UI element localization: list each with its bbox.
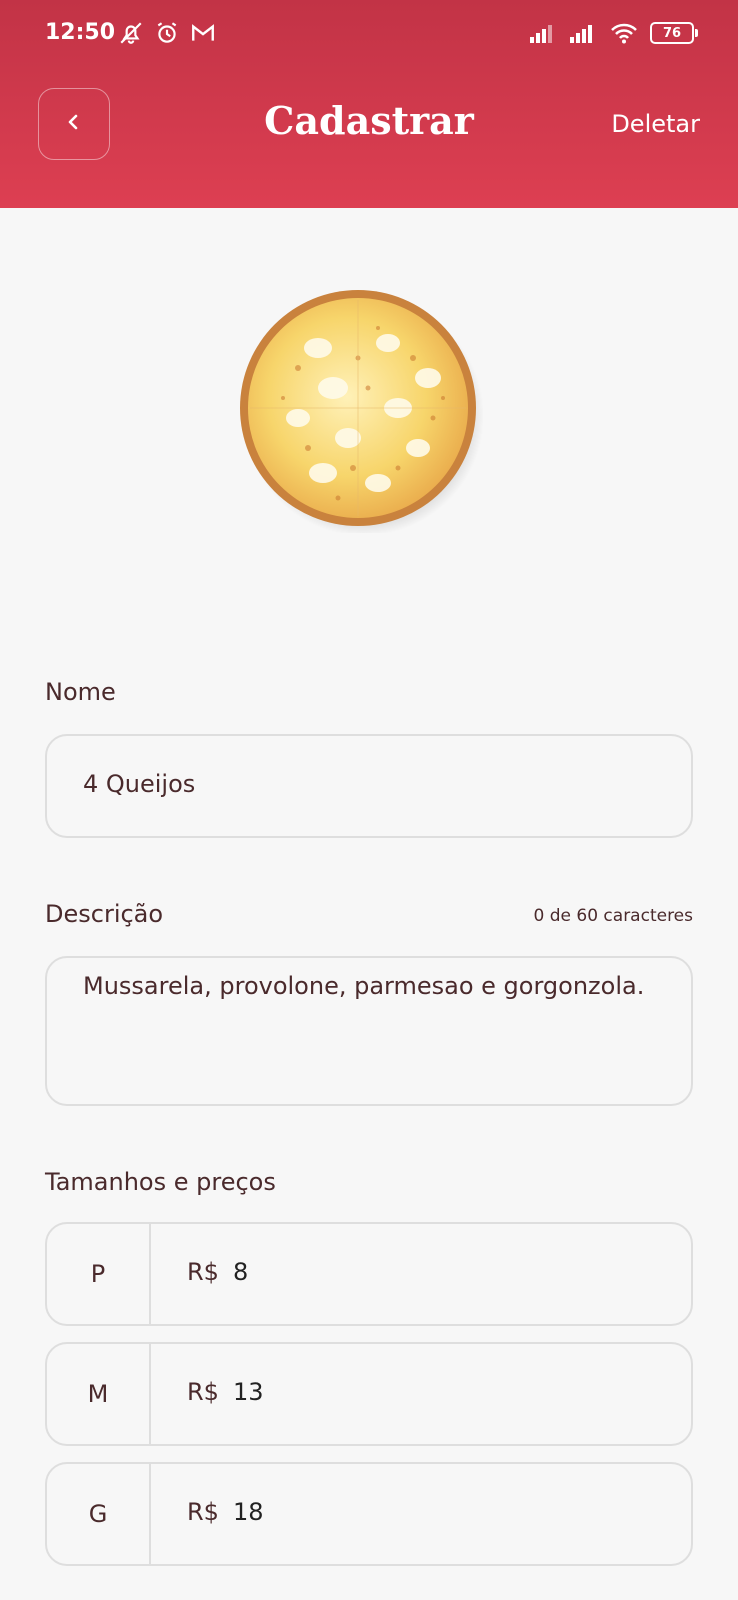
currency-symbol: R$ [187, 1378, 219, 1406]
name-value: 4 Queijos [83, 770, 196, 798]
name-field[interactable]: 4 Queijos [45, 734, 693, 838]
size-price-input[interactable]: R$ 18 [187, 1498, 264, 1526]
size-letter: M [47, 1344, 151, 1444]
description-counter: 0 de 60 caracteres [533, 906, 693, 926]
status-time: 12:50 [45, 20, 116, 45]
gmail-icon [190, 20, 216, 46]
pizza-image[interactable] [238, 288, 484, 536]
description-label: Descrição [45, 900, 164, 928]
size-row-p[interactable]: P R$ 8 [45, 1222, 693, 1326]
price-value: 8 [232, 1258, 249, 1286]
size-letter: G [47, 1464, 151, 1564]
delete-button[interactable]: Deletar [611, 110, 700, 138]
description-field[interactable]: Mussarela, provolone, parmesao e gorgonz… [45, 956, 693, 1106]
description-value: Mussarela, provolone, parmesao e gorgonz… [83, 972, 645, 1000]
size-price-input[interactable]: R$ 13 [187, 1378, 264, 1406]
header-bar: 12:50 76 Cadastrar Deletar [0, 0, 738, 208]
currency-symbol: R$ [187, 1498, 219, 1526]
signal-icon [570, 23, 598, 43]
alarm-icon [154, 20, 180, 46]
battery-level: 76 [662, 25, 682, 41]
price-value: 13 [232, 1378, 264, 1406]
wifi-icon [610, 22, 638, 44]
price-value: 18 [232, 1498, 264, 1526]
size-row-g[interactable]: G R$ 18 [45, 1462, 693, 1566]
size-row-m[interactable]: M R$ 13 [45, 1342, 693, 1446]
signal-icon [530, 23, 558, 43]
muted-bell-icon [118, 20, 144, 46]
size-price-input[interactable]: R$ 8 [187, 1258, 248, 1286]
battery-icon: 76 [650, 22, 698, 44]
size-letter: P [47, 1224, 151, 1324]
status-bar: 12:50 76 [0, 0, 738, 70]
currency-symbol: R$ [187, 1258, 219, 1286]
name-label: Nome [45, 678, 116, 706]
sizes-label: Tamanhos e preços [45, 1168, 276, 1196]
